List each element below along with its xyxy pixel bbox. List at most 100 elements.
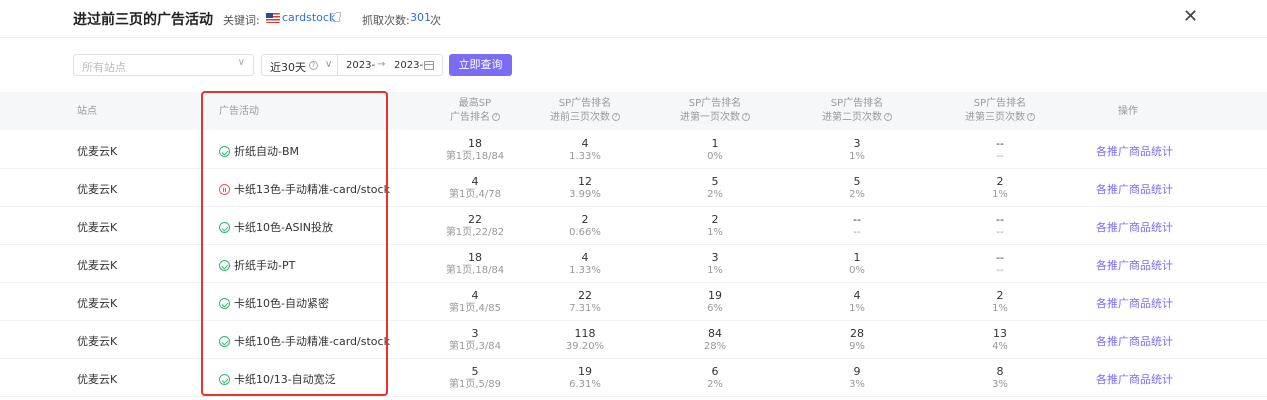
help-icon: ?	[742, 113, 750, 121]
top3-cell: 22 7.31%	[530, 289, 640, 315]
page1-count: 5	[711, 175, 719, 188]
help-icon: ?	[884, 113, 892, 121]
page1-percent: 0%	[707, 151, 723, 162]
table-row: 优麦云K 卡纸13色-手动精准-card/stock 4 第1页,4/78 12 3…	[0, 169, 1267, 207]
site-cell: 优麦云K	[77, 145, 118, 158]
page1-cell: 19 6%	[660, 289, 770, 315]
best-rank-cell: 22 第1页,22/82	[420, 213, 530, 239]
top3-count: 118	[574, 327, 596, 340]
help-icon: ?	[612, 113, 620, 121]
product-stats-link[interactable]: 各推广商品统计	[1096, 219, 1173, 235]
active-status-icon	[219, 298, 230, 309]
page3-cell: 2 1%	[945, 175, 1055, 201]
page3-cell: 13 4%	[945, 327, 1055, 353]
campaign-name: 卡纸10色-ASIN投放	[234, 221, 333, 234]
best-rank-value: 18	[468, 251, 482, 264]
best-rank-value: 18	[468, 137, 482, 150]
page3-percent: 1%	[992, 189, 1008, 200]
us-flag-icon	[266, 13, 280, 23]
best-rank-cell: 4 第1页,4/78	[420, 175, 530, 201]
page1-cell: 2 1%	[660, 213, 770, 239]
best-rank-value: 22	[468, 213, 482, 226]
start-date-input[interactable]: 2023-	[346, 60, 375, 71]
active-status-icon	[219, 222, 230, 233]
end-date-input[interactable]: 2023-	[394, 60, 423, 71]
page1-percent: 1%	[707, 265, 723, 276]
product-stats-link[interactable]: 各推广商品统计	[1096, 333, 1173, 349]
best-rank-value: 3	[471, 327, 479, 340]
best-rank-detail: 第1页,18/84	[445, 265, 505, 276]
active-status-icon	[219, 260, 230, 271]
page2-count: 3	[853, 137, 861, 150]
keyword-label: 关键词:	[223, 14, 260, 27]
page1-percent: 2%	[707, 379, 723, 390]
table-row: 优麦云K 折纸自动-BM 18 第1页,18/84 4 1.33% 1 0% 3 1% …	[0, 131, 1267, 169]
column-best-rank[interactable]: 最高SP 广告排名?	[420, 97, 530, 135]
keyword-link[interactable]: cardstock	[282, 11, 335, 24]
product-stats-link[interactable]: 各推广商品统计	[1096, 181, 1173, 197]
top3-count: 4	[581, 137, 589, 150]
column-top3[interactable]: SP广告排名 进前三页次数?	[530, 97, 640, 135]
page1-percent: 28%	[703, 341, 727, 352]
column-page3-line1: SP广告排名	[973, 98, 1027, 109]
external-link-icon[interactable]	[331, 12, 341, 22]
page3-cell: -- --	[945, 251, 1055, 277]
product-stats-link[interactable]: 各推广商品统计	[1096, 257, 1173, 273]
top3-percent: 6.31%	[569, 379, 601, 390]
best-rank-cell: 5 第1页,5/89	[420, 365, 530, 391]
top3-count: 4	[581, 251, 589, 264]
page2-percent: --	[853, 227, 861, 238]
dialog-title: 进过前三页的广告活动	[73, 12, 213, 28]
campaign-name: 卡纸13色-手动精准-card/stock	[234, 183, 390, 196]
page3-count: --	[996, 251, 1004, 264]
top3-cell: 12 3.99%	[530, 175, 640, 201]
page3-percent: --	[996, 151, 1004, 162]
page1-cell: 3 1%	[660, 251, 770, 277]
help-icon: ?	[1027, 113, 1035, 121]
campaign-name: 卡纸10/13-自动宽泛	[234, 373, 336, 386]
page3-cell: -- --	[945, 137, 1055, 163]
column-top3-line2: 进前三页次数	[550, 112, 610, 123]
campaign-name: 折纸手动-PT	[234, 259, 296, 272]
campaign-name: 折纸自动-BM	[234, 145, 300, 158]
campaign-cell: 卡纸10色-ASIN投放	[219, 219, 333, 235]
product-stats-link[interactable]: 各推广商品统计	[1096, 295, 1173, 311]
column-page3[interactable]: SP广告排名 进第三页次数?	[945, 97, 1055, 135]
column-page2-line2: 进第二页次数	[822, 112, 882, 123]
page2-percent: 0%	[849, 265, 865, 276]
page1-cell: 84 28%	[660, 327, 770, 353]
chevron-down-icon: ∨	[237, 57, 245, 68]
campaign-cell: 卡纸10色-自动紧密	[219, 295, 329, 311]
column-page2[interactable]: SP广告排名 进第二页次数?	[802, 97, 912, 135]
top3-cell: 19 6.31%	[530, 365, 640, 391]
paused-status-icon	[219, 184, 230, 195]
page1-percent: 6%	[707, 303, 723, 314]
product-stats-link[interactable]: 各推广商品统计	[1096, 371, 1173, 387]
best-rank-cell: 3 第1页,3/84	[420, 327, 530, 353]
query-button[interactable]: 立即查询	[449, 54, 512, 76]
best-rank-detail: 第1页,5/89	[449, 379, 501, 390]
page2-percent: 1%	[849, 151, 865, 162]
column-page1[interactable]: SP广告排名 进第一页次数?	[660, 97, 770, 135]
active-status-icon	[219, 374, 230, 385]
top3-count: 19	[578, 365, 592, 378]
best-rank-detail: 第1页,4/78	[449, 189, 501, 200]
page2-count: 28	[850, 327, 864, 340]
top3-cell: 4 1.33%	[530, 137, 640, 163]
top3-count: 22	[578, 289, 592, 302]
best-rank-detail: 第1页,4/85	[449, 303, 501, 314]
page1-count: 84	[708, 327, 722, 340]
best-rank-detail: 第1页,18/84	[445, 151, 505, 162]
table-row: 优麦云K 卡纸10色-ASIN投放 22 第1页,22/82 2 0.66% 2 1%…	[0, 207, 1267, 245]
date-range-picker[interactable]: 近30天 ? ∨ 2023- → 2023-	[261, 54, 443, 76]
close-icon[interactable]: ✕	[1183, 7, 1198, 27]
product-stats-link[interactable]: 各推广商品统计	[1096, 143, 1173, 159]
page1-count: 2	[711, 213, 719, 226]
campaign-cell: 卡纸10/13-自动宽泛	[219, 371, 336, 387]
page3-count: 2	[996, 175, 1004, 188]
active-status-icon	[219, 146, 230, 157]
range-preset-select[interactable]: 近30天	[270, 59, 306, 75]
site-select[interactable]: 所有站点 ∨	[73, 54, 254, 76]
site-cell: 优麦云K	[77, 221, 118, 234]
date-range-arrow: →	[377, 59, 386, 70]
